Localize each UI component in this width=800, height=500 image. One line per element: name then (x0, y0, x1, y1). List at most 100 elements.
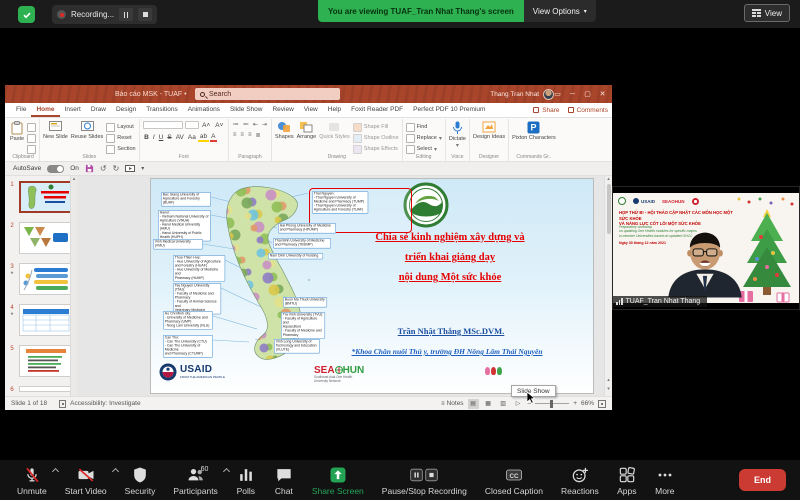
shape-fill-button[interactable]: Shape Fill (353, 123, 399, 132)
font-name-select[interactable] (143, 121, 183, 129)
find-button[interactable]: Find (406, 123, 442, 132)
paste-button[interactable]: Paste (10, 121, 24, 153)
more-button[interactable]: More (646, 460, 684, 500)
format-painter-button[interactable] (27, 145, 36, 154)
indent-increase-button[interactable]: ⇥ (261, 121, 268, 128)
pause-recording-button[interactable] (119, 8, 133, 21)
change-case-button[interactable]: Aa (186, 134, 197, 141)
share-button[interactable]: Share (533, 107, 559, 114)
slide-thumbnail-1[interactable] (19, 181, 73, 213)
minimize-button[interactable]: ─ (565, 91, 580, 98)
font-color-button[interactable]: A (210, 133, 217, 142)
numbering-button[interactable]: ≕ (242, 121, 250, 128)
previous-slide-button[interactable]: ▴ (607, 377, 610, 383)
pause-stop-recording-button[interactable]: Pause/Stop Recording (373, 460, 476, 500)
zoom-slider[interactable] (535, 403, 569, 405)
tab-design[interactable]: Design (111, 103, 141, 117)
new-slide-button[interactable]: New Slide (43, 121, 68, 153)
character-spacing-button[interactable]: AV (174, 134, 185, 141)
reuse-slides-button[interactable]: Reuse Slides (71, 121, 103, 153)
arrange-button[interactable]: Arrange (297, 121, 317, 153)
tab-perfect-pdf-10-premium[interactable]: Perfect PDF 10 Premium (408, 103, 490, 117)
tab-foxit-reader-pdf[interactable]: Foxit Reader PDF (346, 103, 408, 117)
cut-button[interactable] (27, 123, 36, 132)
quick-styles-button[interactable]: Quick Styles (319, 121, 350, 153)
view-options-button[interactable]: View Options ▾ (524, 0, 596, 22)
slide-1[interactable]: Chia sẻ kinh nghiệm xây dựng và triển kh… (150, 178, 594, 394)
fit-slide-button[interactable] (598, 400, 606, 408)
italic-button[interactable]: I (151, 134, 156, 141)
shape-effects-button[interactable]: Shape Effects (353, 145, 399, 154)
indent-decrease-button[interactable]: ⇤ (252, 121, 259, 128)
search-input[interactable]: Search (195, 88, 340, 100)
layout-button[interactable]: Layout (106, 123, 135, 132)
restore-button[interactable]: ▢ (580, 90, 595, 98)
participant-video[interactable]: USAID SEAOHUN HỌP THỨ B! - HỘI THẢO CẬP … (612, 186, 800, 310)
align-right-button[interactable]: ≡ (247, 132, 253, 139)
security-button[interactable]: Security (116, 460, 165, 500)
proofing-icon[interactable] (59, 400, 66, 408)
shrink-font-button[interactable]: A˅ (214, 122, 225, 129)
strikethrough-button[interactable]: S (166, 134, 173, 141)
shapes-button[interactable]: Shapes (275, 121, 294, 153)
notes-button[interactable]: ≡Notes (441, 400, 464, 407)
reset-button[interactable]: Reset (106, 134, 135, 143)
customize-qat-button[interactable]: ▾ (141, 165, 144, 172)
slideshow-view-button[interactable]: ▷ (513, 399, 524, 409)
tab-draw[interactable]: Draw (86, 103, 111, 117)
reactions-button[interactable]: Reactions (552, 460, 608, 500)
undo-button[interactable]: ↺ (100, 164, 107, 173)
tab-slide-show[interactable]: Slide Show (225, 103, 268, 117)
slide-sorter-view-button[interactable]: ▦ (483, 399, 494, 409)
dictate-button[interactable]: Dictate ▾ (449, 121, 466, 153)
polls-button[interactable]: Polls (227, 460, 265, 500)
next-slide-button[interactable]: ▾ (607, 386, 610, 392)
bold-button[interactable]: B (143, 134, 151, 141)
start-slideshow-button[interactable] (125, 165, 135, 173)
shape-outline-button[interactable]: Shape Outline (353, 134, 399, 143)
copy-button[interactable] (27, 134, 36, 143)
pixton-characters-button[interactable]: P Pixton Characters (512, 121, 556, 153)
justify-button[interactable]: ≣ (254, 132, 261, 139)
canvas-scrollbar[interactable]: ▴ ▴ ▾ (604, 176, 612, 396)
apps-button[interactable]: Apps (608, 460, 646, 500)
section-button[interactable]: Section (106, 145, 135, 154)
replace-button[interactable]: Replace ▾ (406, 134, 442, 143)
start-video-button[interactable]: Start Video (56, 460, 116, 500)
thumbnail-scrollbar[interactable]: ▴ (70, 176, 77, 396)
tab-animations[interactable]: Animations (183, 103, 225, 117)
zoom-in-button[interactable]: + (573, 400, 577, 407)
accessibility-status[interactable]: Accessibility: Investigate (70, 400, 140, 407)
design-ideas-button[interactable]: Design Ideas (473, 121, 505, 153)
slide-thumbnail-5[interactable] (19, 345, 73, 377)
unmute-button[interactable]: Unmute (8, 460, 56, 500)
comments-button[interactable]: Comments (568, 107, 608, 114)
close-button[interactable]: ✕ (595, 90, 610, 98)
align-center-button[interactable]: ≡ (239, 132, 245, 139)
participants-button[interactable]: 60Participants (164, 460, 226, 500)
slide-thumbnail-2[interactable] (19, 222, 73, 254)
bullets-button[interactable]: ≔ (232, 121, 240, 128)
align-left-button[interactable]: ≡ (232, 132, 238, 139)
share-screen-button[interactable]: Share Screen (303, 460, 373, 500)
grow-font-button[interactable]: A˄ (201, 122, 212, 129)
tab-file[interactable]: File (11, 103, 31, 117)
select-button[interactable]: Select ▾ (406, 145, 442, 154)
tab-home[interactable]: Home (31, 103, 59, 117)
chat-button[interactable]: Chat (265, 460, 303, 500)
ribbon-display-options-button[interactable]: ▭ (550, 90, 565, 98)
slide-thumbnail-6[interactable] (19, 386, 73, 392)
account-area[interactable]: Thang Tran Nhat (490, 85, 554, 103)
redo-button[interactable]: ↻ (113, 164, 120, 173)
highlight-color-button[interactable]: ab (198, 133, 208, 142)
autosave-toggle[interactable] (47, 165, 64, 173)
slide-thumbnail-3[interactable] (19, 263, 73, 295)
tab-view[interactable]: View (299, 103, 323, 117)
zoom-level[interactable]: 66% (581, 400, 594, 407)
closed-caption-button[interactable]: CCClosed Caption (476, 460, 552, 500)
tab-insert[interactable]: Insert (60, 103, 86, 117)
end-button[interactable]: End (739, 469, 786, 491)
normal-view-button[interactable]: ▤ (468, 399, 479, 409)
save-button[interactable] (85, 164, 94, 173)
tab-help[interactable]: Help (323, 103, 346, 117)
